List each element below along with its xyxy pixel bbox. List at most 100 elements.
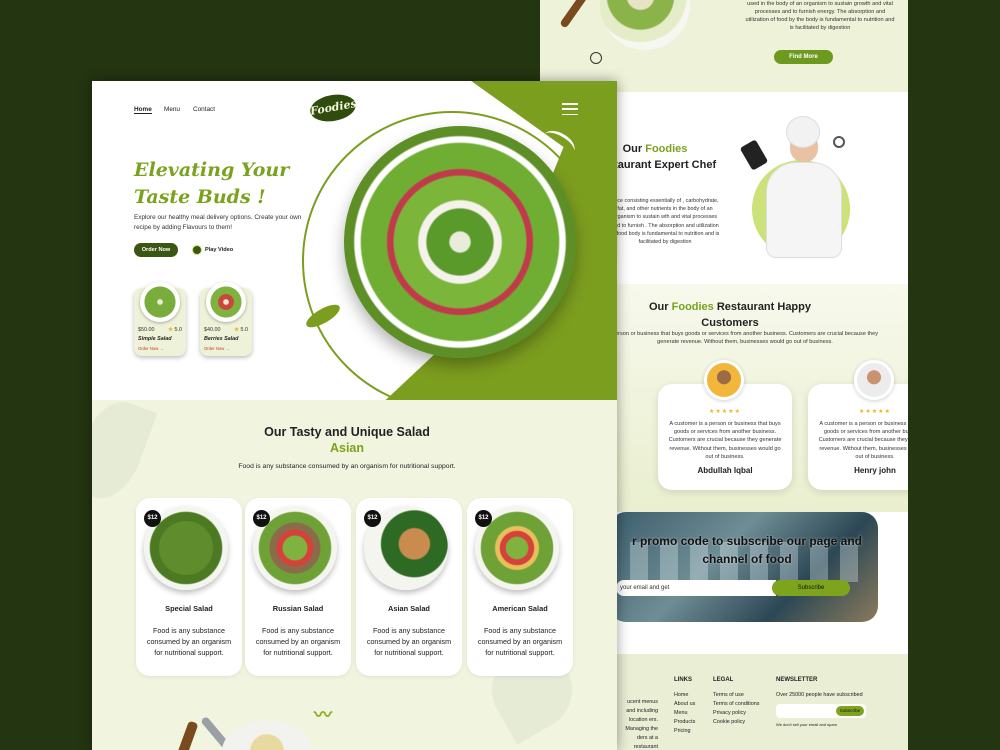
price-badge: $12: [253, 510, 270, 527]
nav-menu[interactable]: Menu: [164, 106, 180, 113]
salad-description: Food is any substance consumed by an org…: [366, 626, 452, 657]
cust-title-post: Restaurant Happy Customers: [701, 301, 811, 329]
salad-image: [600, 0, 690, 50]
salad-card[interactable]: $12 Asian Salad Food is any substance co…: [356, 498, 462, 676]
salad-description: Food is any substance consumed by an org…: [255, 626, 341, 657]
links-heading: LINKS: [674, 677, 692, 683]
footer-link-products[interactable]: Products: [674, 718, 695, 727]
newsletter-subscribe-button[interactable]: Subscribe: [836, 706, 864, 716]
chef-title-accent: Foodies: [645, 143, 688, 155]
mini-product-card[interactable]: $40.00 ★ 5.0 Berries Salad Order Now →: [200, 282, 252, 356]
find-more-button[interactable]: Find More: [774, 50, 833, 64]
avatar: [704, 360, 744, 400]
about-text: used in the body of an organism to susta…: [745, 1, 895, 31]
newsletter-heading: NEWSLETTER: [776, 677, 818, 683]
salad-description: Food is any substance consumed by an org…: [146, 626, 232, 657]
showcase-stage: used in the body of an organism to susta…: [0, 0, 1000, 750]
testimonial-card: ★★★★★ A customer is a person or business…: [808, 360, 908, 490]
brand-logo[interactable]: Foodies: [308, 91, 358, 125]
about-section: used in the body of an organism to susta…: [540, 0, 908, 92]
mini-product-card[interactable]: $50.00 ★ 5.0 Simple Salad Order Now →: [134, 282, 186, 356]
salad-card[interactable]: $12 Special Salad Food is any substance …: [136, 498, 242, 676]
product-name: Berries Salad: [204, 336, 239, 342]
price-badge: $12: [144, 510, 161, 527]
footer-link-about[interactable]: About us: [674, 700, 695, 709]
menu-subtitle: Food is any substance consumed by an org…: [238, 463, 456, 470]
scroll-dot[interactable]: [590, 52, 602, 64]
salad-card[interactable]: $12 American Salad Food is any substance…: [467, 498, 573, 676]
footer-link-menu[interactable]: Menu: [674, 709, 695, 718]
menu-title-main: Our Tasty and Unique Salad: [264, 425, 430, 439]
fork-image: [559, 0, 589, 29]
newsletter-subtitle: Over 25000 people have subscribed: [776, 692, 863, 698]
play-video-link[interactable]: Play Video: [205, 247, 233, 253]
product-order-link[interactable]: Order Now →: [204, 346, 230, 351]
promo-email-input[interactable]: your email and get: [616, 580, 776, 596]
hero-subtitle: Explore our healthy meal delivery option…: [134, 214, 302, 231]
chef-hat: [786, 116, 820, 148]
product-order-link[interactable]: Order Now →: [138, 346, 164, 351]
salad-name: Asian Salad: [388, 604, 430, 613]
footer-legal: LEGAL Terms of use Terms of conditions P…: [713, 676, 759, 727]
legal-heading: LEGAL: [713, 677, 734, 683]
product-rating: ★ 5.0: [168, 327, 182, 333]
salad-name: Russian Salad: [272, 604, 324, 613]
rating-value: 5.0: [240, 327, 249, 333]
footer-link-privacy[interactable]: Privacy policy: [713, 709, 759, 718]
order-now-button[interactable]: Order Now: [134, 243, 178, 257]
footer-link-terms-use[interactable]: Terms of use: [713, 691, 759, 700]
testimonial-name: Abdullah Iqbal: [697, 466, 753, 475]
spatula-icon: [739, 139, 769, 171]
cust-title-accent: Foodies: [671, 301, 714, 313]
nav-contact[interactable]: Contact: [193, 106, 215, 113]
testimonial-card: ★★★★★ A customer is a person or business…: [658, 360, 792, 490]
chef-text: ance consisting essentially of , carbohy…: [610, 198, 720, 246]
testimonial-text: A customer is a person or business that …: [818, 421, 908, 460]
newsletter-note: We don't sell your email and spam: [776, 722, 837, 727]
hamburger-menu-icon[interactable]: [562, 103, 578, 115]
product-price: $50.00: [138, 327, 155, 333]
salad-card[interactable]: $12 Russian Salad Food is any substance …: [245, 498, 351, 676]
product-image: [140, 282, 180, 322]
play-icon[interactable]: [192, 245, 202, 255]
menu-section: Our Tasty and Unique Salad Asian Food is…: [92, 392, 617, 750]
rating-stars: ★★★★★: [709, 409, 741, 415]
front-page: Home Menu Contact Foodies Elevating Your…: [92, 81, 617, 750]
cust-title-pre: Our: [649, 301, 669, 313]
footer-link-home[interactable]: Home: [674, 691, 695, 700]
footer-links: LINKS Home About us Menu Products Pricin…: [674, 676, 695, 736]
salad-name: American Salad: [492, 604, 548, 613]
leaf-decoration: [92, 392, 158, 508]
footer-link-pricing[interactable]: Pricing: [674, 727, 695, 736]
testimonial-name: Henry john: [854, 466, 896, 475]
promo-title: r promo code to subscribe our page and c…: [631, 534, 863, 566]
menu-title-accent: Asian: [329, 441, 365, 455]
ladle-icon: [833, 136, 845, 148]
price-badge: $12: [475, 510, 492, 527]
zigzag-icon: 〰: [314, 705, 332, 725]
avatar: [854, 360, 894, 400]
nav-home[interactable]: Home: [134, 106, 152, 114]
footer-newsletter: NEWSLETTER Over 25000 people have subscr…: [776, 676, 863, 700]
footer-link-cookie[interactable]: Cookie policy: [713, 718, 759, 727]
footer-link-terms-conditions[interactable]: Terms of conditions: [713, 700, 759, 709]
rating-value: 5.0: [174, 327, 183, 333]
customers-title: Our Foodies Restaurant Happy Customers: [630, 300, 830, 331]
product-image: [206, 282, 246, 322]
chef-title-pre: Our: [622, 143, 643, 155]
hero-salad-bowl: [344, 126, 576, 358]
product-rating: ★ 5.0: [234, 327, 248, 333]
salad-description: Food is any substance consumed by an org…: [477, 626, 563, 657]
footer-about: ucent menus and including location ers. …: [618, 676, 658, 750]
chef-body: [766, 162, 842, 258]
menu-title: Our Tasty and Unique Salad Asian: [192, 424, 502, 456]
product-price: $40.00: [204, 327, 221, 333]
price-badge: $12: [364, 510, 381, 527]
product-name: Simple Salad: [138, 336, 172, 342]
rating-stars: ★★★★★: [859, 409, 891, 415]
footer-about-text: ucent menus and including location ers. …: [625, 699, 658, 750]
salad-name: Special Salad: [165, 604, 213, 613]
subscribe-button[interactable]: Subscribe: [772, 580, 850, 596]
testimonial-text: A customer is a person or business that …: [668, 421, 782, 460]
customers-subtitle: person or business that buys goods or se…: [611, 331, 879, 345]
